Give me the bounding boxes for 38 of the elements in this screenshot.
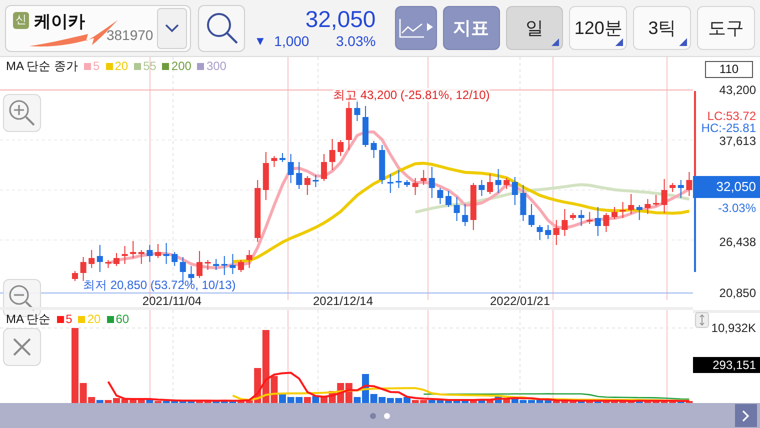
stock-name: 케이카 [34,10,85,32]
high-price-note: 최고 43,200 (-25.81%, 12/10) [333,88,490,102]
toolbar-button[interactable]: 도구 [697,6,755,50]
legend-label: 60 [116,312,130,326]
volume-axis-label: 10,932K [711,321,756,335]
current-change-label: -3.03% [718,201,756,215]
current-price: 32,050 [305,6,376,32]
price-axis-label: 26,438 [719,235,756,249]
scale-value-box: 110 [705,61,753,78]
change-percent: 3.03% [336,32,376,50]
date-axis-label: 2022/01/21 [490,294,550,308]
legend-label: 5 [93,59,100,73]
legend-title: MA 단순 종가 [6,59,78,73]
legend-label: 200 [171,59,192,73]
toolbar-button[interactable]: 3틱 [633,6,692,50]
current-volume-label: 293,151 [693,357,760,373]
price-change: 1,000 [274,32,310,50]
legend-title: MA 단순 [6,312,51,326]
lc-value: LC:53.72 [707,109,756,123]
date-axis-label: 2021/12/14 [312,294,374,308]
legend-label: 55 [143,59,156,73]
down-arrow-icon: ▼ [254,32,266,50]
legend-label: 300 [206,59,226,73]
legend-label: 20 [87,312,101,326]
date-axis-label: 2021/11/04 [142,294,202,308]
stock-badge: 신 [13,12,29,28]
stock-code: 381970 [106,26,154,44]
stock-name-selector[interactable]: 신 케이카 381970 [5,4,192,52]
price-axis-label: 37,613 [719,134,756,148]
toolbar-button[interactable]: 120분 [569,6,628,50]
price-axis-label: 20,850 [719,286,756,300]
legend-label: 20 [114,59,128,73]
current-price-label: 32,050 [693,176,760,198]
toolbar-button[interactable]: 일 [506,6,564,50]
legend-label: 5 [66,312,72,326]
hc-value: HC:-25.81 [701,121,756,135]
low-price-note: 최저 20,850 (53.72%, 10/13) [83,278,236,292]
price-axis-label: 43,200 [719,83,756,97]
